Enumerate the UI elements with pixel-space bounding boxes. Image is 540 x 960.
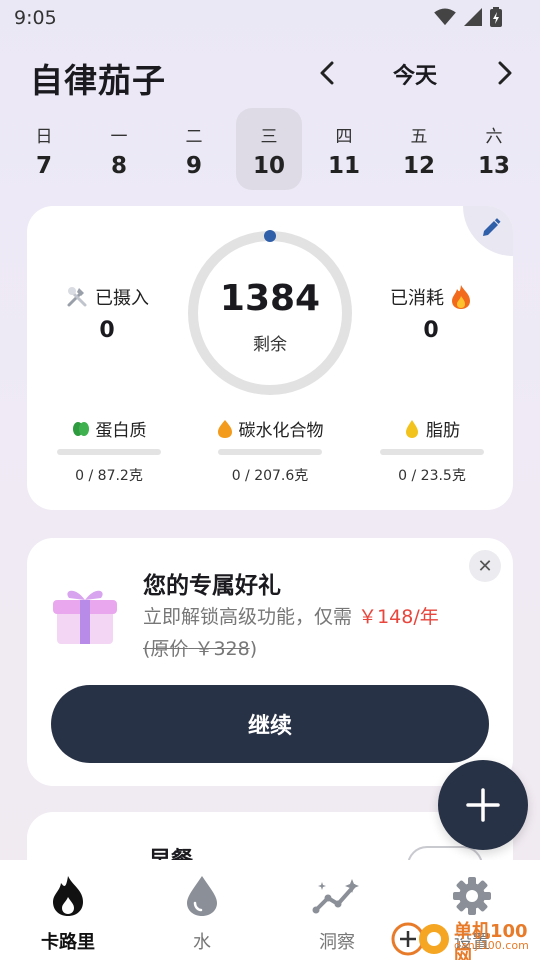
macro-protein: 蛋白质 0 / 87.2克 [54, 416, 164, 485]
tab-label: 洞察 [319, 932, 355, 953]
day-name: 三 [260, 127, 278, 147]
remaining-calories: 1384 [219, 278, 321, 319]
original-price-suffix: ) [249, 638, 258, 660]
ring-progress-dot [264, 230, 276, 242]
app-title: 自律茄子 [30, 61, 166, 100]
tab-calories[interactable]: 卡路里 [8, 874, 128, 954]
gear-icon [453, 877, 491, 915]
day-name: 六 [485, 127, 503, 147]
day-friday[interactable]: 五 12 [386, 108, 452, 190]
intake-stat: 已摄入 0 [37, 284, 177, 343]
water-drop-icon [187, 876, 217, 916]
tab-label: 水 [193, 932, 211, 953]
add-entry-fab[interactable] [438, 760, 528, 850]
offer-description: 立即解锁高级功能，仅需 [143, 606, 353, 628]
battery-icon [490, 7, 502, 27]
pencil-icon [483, 218, 501, 236]
day-monday[interactable]: 一 8 [86, 108, 152, 190]
wifi-icon [434, 8, 456, 26]
premium-offer-card: ✕ 您的专属好礼 立即解锁高级功能，仅需 ￥148/年 (原价 ￥328) 继续 [27, 538, 513, 786]
watermark: 单机100网 danji100.com [390, 915, 540, 960]
close-offer-button[interactable]: ✕ [469, 550, 501, 582]
day-number: 13 [477, 153, 510, 179]
offer-price: ￥148/年 [358, 606, 439, 628]
day-name: 五 [410, 127, 428, 147]
macro-progress-bar [218, 449, 322, 455]
macro-value: 0 / 207.6克 [231, 468, 309, 484]
day-saturday[interactable]: 六 13 [461, 108, 527, 190]
offer-title: 您的专属好礼 [143, 573, 281, 599]
plus-icon [466, 788, 500, 822]
day-thursday[interactable]: 四 11 [311, 108, 377, 190]
day-number: 10 [252, 153, 285, 179]
header: 自律茄子 今天 [0, 48, 540, 100]
day-name: 一 [110, 127, 128, 147]
chevron-left-icon [320, 61, 334, 85]
gift-box-icon [53, 590, 117, 644]
flame-icon [452, 285, 470, 309]
remaining-ring: 1384 剩余 [185, 228, 355, 398]
macro-carbs: 碳水化合物 0 / 207.6克 [215, 416, 325, 485]
intake-label: 已摄入 [95, 288, 149, 309]
day-number: 7 [35, 153, 52, 179]
original-price-value: ￥328 [194, 638, 250, 660]
tab-label: 卡路里 [41, 932, 95, 953]
week-selector: 日 7 一 8 二 9 三 10 四 11 五 12 六 13 [8, 108, 532, 190]
day-name: 日 [35, 127, 53, 147]
continue-button[interactable]: 继续 [51, 685, 489, 763]
oil-drop-icon [406, 419, 418, 438]
macro-progress-bar [380, 449, 484, 455]
original-price-prefix: (原价 [143, 638, 189, 660]
day-tuesday[interactable]: 二 9 [161, 108, 227, 190]
day-number: 12 [402, 153, 435, 179]
tab-insights[interactable]: 洞察 [277, 874, 397, 954]
offer-subtitle: 立即解锁高级功能，仅需 ￥148/年 [143, 602, 439, 629]
day-wednesday[interactable]: 三 10 [236, 108, 302, 190]
edit-goal-button[interactable] [463, 206, 513, 256]
watermark-logo [391, 922, 449, 956]
previous-day-button[interactable] [312, 58, 342, 88]
burned-label: 已消耗 [390, 288, 444, 309]
current-date-label[interactable]: 今天 [360, 58, 470, 90]
day-name: 四 [335, 127, 353, 147]
original-price: (原价 ￥328) [143, 634, 257, 661]
macro-value: 0 / 23.5克 [398, 468, 466, 484]
day-number: 8 [110, 153, 127, 179]
utensils-icon [67, 287, 87, 307]
insights-icon [312, 879, 359, 914]
macro-value: 0 / 87.2克 [75, 468, 143, 484]
macro-progress-bar [57, 449, 161, 455]
burned-value: 0 [423, 318, 439, 343]
status-bar: 9:05 [0, 0, 540, 36]
intake-value: 0 [99, 318, 115, 343]
day-number: 11 [327, 153, 360, 179]
remaining-label: 剩余 [253, 335, 287, 355]
macro-fat: 脂肪 0 / 23.5克 [377, 416, 487, 485]
macro-name: 蛋白质 [95, 421, 147, 441]
signal-icon [464, 8, 482, 26]
burned-stat: 已消耗 0 [361, 284, 501, 343]
day-number: 9 [185, 153, 202, 179]
day-sunday[interactable]: 日 7 [11, 108, 77, 190]
day-name: 二 [185, 127, 203, 147]
status-icons [434, 7, 502, 27]
macro-name: 脂肪 [426, 421, 460, 441]
status-time: 9:05 [14, 7, 57, 29]
macro-name: 碳水化合物 [238, 421, 324, 441]
next-day-button[interactable] [490, 58, 520, 88]
calorie-summary-card: 已摄入 0 1384 剩余 已消耗 0 蛋白质 0 / 87.2克 碳水化合物 [27, 206, 513, 510]
flame-icon [53, 876, 83, 916]
grain-icon [217, 419, 232, 438]
tab-water[interactable]: 水 [142, 874, 262, 954]
bean-icon [72, 421, 89, 436]
chevron-right-icon [498, 61, 512, 85]
watermark-url: danji100.com [454, 939, 529, 952]
